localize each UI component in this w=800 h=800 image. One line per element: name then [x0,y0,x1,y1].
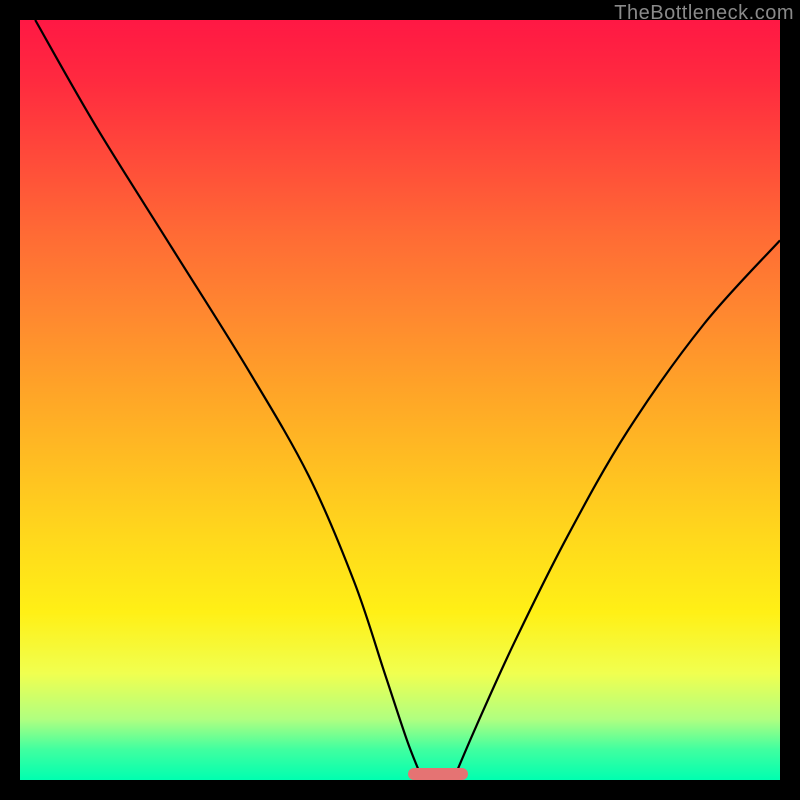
left-curve [35,20,423,780]
chart-curves-svg [20,20,780,780]
chart-plot-area [20,20,780,780]
bottleneck-marker [408,768,469,780]
right-curve [453,240,780,780]
